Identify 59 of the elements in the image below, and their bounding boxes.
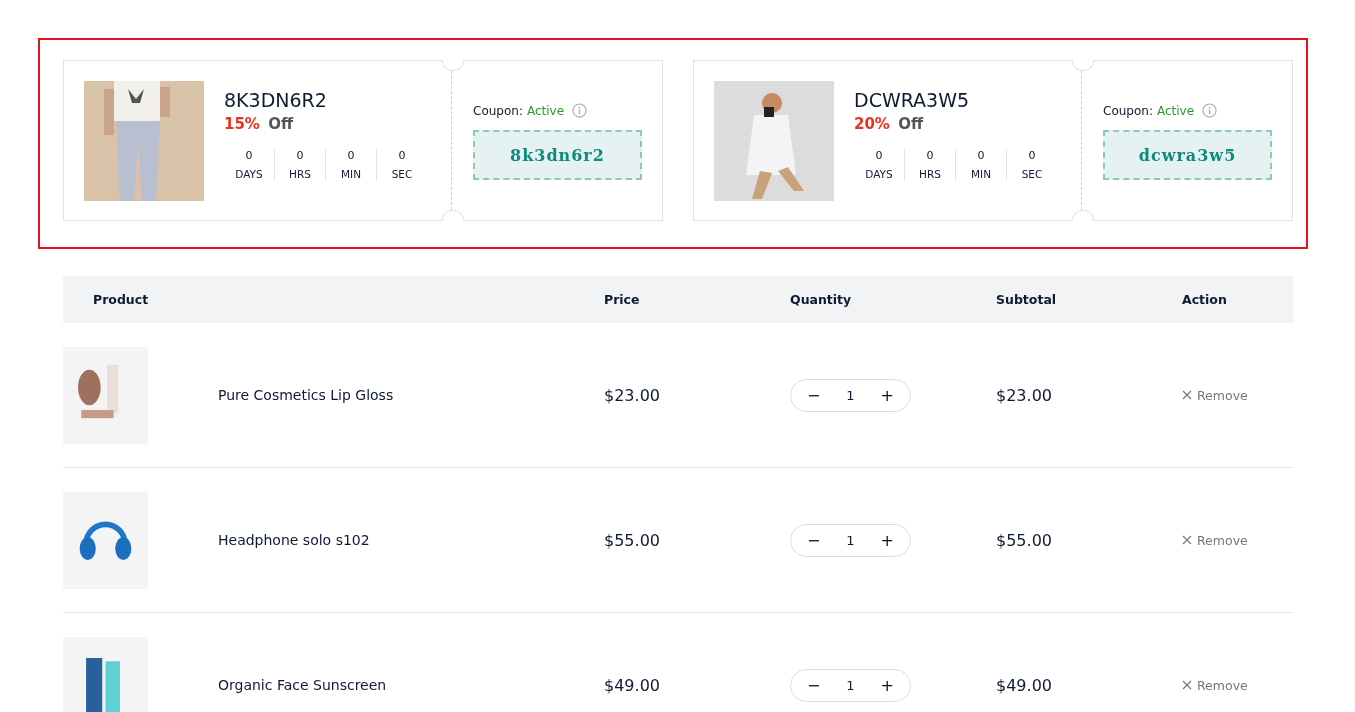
countdown-value: 0: [1028, 149, 1036, 162]
discount-label: Off: [898, 115, 924, 133]
countdown-value: 0: [977, 149, 985, 162]
countdown-unit: HRS: [289, 168, 311, 180]
discount-percent: 20%: [854, 115, 890, 133]
column-header: Subtotal: [996, 292, 1057, 307]
coupon-code-button[interactable]: dcwra3w5: [1103, 130, 1272, 180]
countdown-value: 0: [875, 149, 883, 162]
quantity-value[interactable]: 1: [846, 532, 855, 548]
remove-link[interactable]: Remove: [1197, 387, 1248, 403]
countdown-value: 0: [296, 149, 304, 162]
countdown-unit: HRS: [919, 168, 941, 180]
coupon-status: Active: [526, 103, 565, 118]
increment-button[interactable]: +: [874, 385, 900, 405]
price-text: $23.00: [604, 385, 660, 405]
info-icon[interactable]: [1202, 103, 1218, 118]
coupon-status: Active: [1156, 103, 1195, 118]
countdown-unit: DAYS: [865, 168, 893, 180]
coupon-status-label: Coupon:: [473, 103, 523, 118]
coupon-title: DCWRA3W5: [854, 89, 971, 111]
column-header: Action: [1182, 292, 1227, 307]
subtotal-text: $55.00: [996, 530, 1052, 550]
info-icon[interactable]: [572, 103, 588, 118]
price-text: $49.00: [604, 675, 660, 695]
countdown-value: 0: [398, 149, 406, 162]
remove-link[interactable]: Remove: [1197, 677, 1248, 693]
coupon-status-label: Coupon:: [1103, 103, 1153, 118]
close-icon[interactable]: [1182, 535, 1192, 545]
countdown-unit: DAYS: [235, 168, 263, 180]
price-text: $55.00: [604, 530, 660, 550]
decrement-button[interactable]: −: [801, 675, 827, 695]
quantity-value[interactable]: 1: [846, 677, 855, 693]
countdown-unit: SEC: [391, 168, 413, 180]
column-header: Price: [604, 292, 640, 307]
product-name[interactable]: Organic Face Sunscreen: [218, 677, 387, 693]
close-icon[interactable]: [1182, 390, 1192, 400]
subtotal-text: $49.00: [996, 675, 1052, 695]
increment-button[interactable]: +: [874, 675, 900, 695]
countdown-unit: SEC: [1021, 168, 1043, 180]
coupon-title: 8K3DN6R2: [224, 89, 328, 111]
close-icon[interactable]: [1182, 680, 1192, 690]
countdown-value: 0: [926, 149, 934, 162]
countdown-unit: MIN: [971, 168, 991, 180]
product-name[interactable]: Pure Cosmetics Lip Gloss: [218, 387, 394, 403]
countdown-value: 0: [347, 149, 355, 162]
column-header: Quantity: [790, 292, 852, 307]
column-header: Product: [92, 292, 149, 307]
subtotal-text: $23.00: [996, 385, 1052, 405]
remove-link[interactable]: Remove: [1197, 532, 1248, 548]
decrement-button[interactable]: −: [801, 530, 827, 550]
quantity-value[interactable]: 1: [846, 387, 855, 403]
countdown-unit: MIN: [341, 168, 361, 180]
discount-label: Off: [268, 115, 294, 133]
coupon-code-button[interactable]: 8k3dn6r2: [473, 130, 642, 180]
decrement-button[interactable]: −: [801, 385, 827, 405]
discount-percent: 15%: [224, 115, 260, 133]
countdown-value: 0: [245, 149, 253, 162]
increment-button[interactable]: +: [874, 530, 900, 550]
product-name[interactable]: Headphone solo s102: [218, 532, 370, 548]
